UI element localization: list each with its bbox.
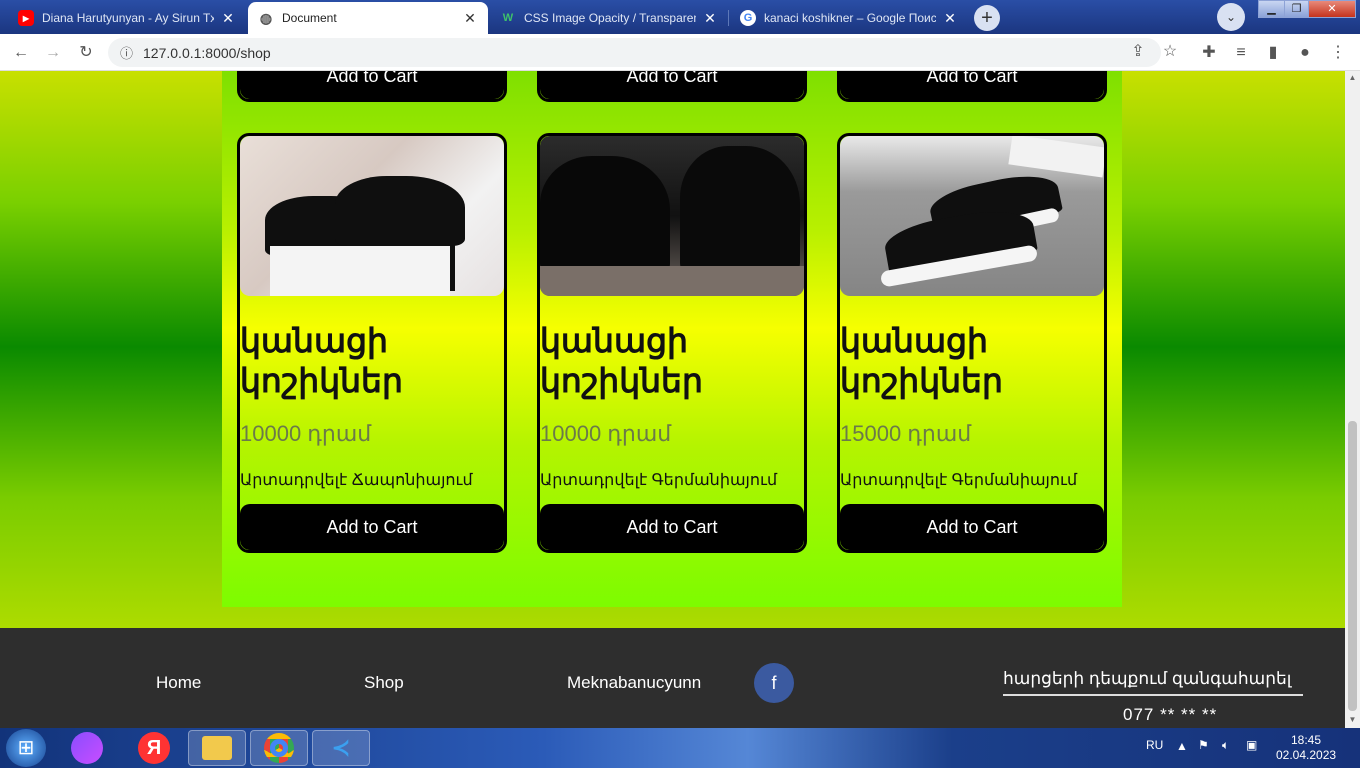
close-window-button[interactable]: ✕ bbox=[1308, 0, 1356, 18]
flag-icon[interactable]: ⚑ bbox=[1198, 738, 1209, 752]
tab-separator bbox=[728, 10, 729, 26]
tab-youtube[interactable]: ▶ Diana Harutyunyan - Ay Sirun Txa ✕ bbox=[8, 2, 246, 34]
close-tab-icon[interactable]: ✕ bbox=[702, 10, 718, 27]
browser-toolbar: ← → ↻ ⓘ 127.0.0.1:8000/shop ⇪ ☆ ✚ ≡ ▮ ● … bbox=[0, 34, 1360, 71]
scroll-down-icon[interactable]: ▼ bbox=[1345, 713, 1360, 727]
network-icon[interactable]: ▣ bbox=[1246, 738, 1257, 752]
add-to-cart-button[interactable]: Add to Cart bbox=[240, 504, 504, 550]
share-icon[interactable]: ⇪ bbox=[1127, 41, 1149, 63]
product-title: կանացի կոշիկներ bbox=[840, 322, 1003, 399]
tab-document[interactable]: ◍ Document ✕ bbox=[248, 2, 488, 34]
bookmark-star-icon[interactable]: ☆ bbox=[1159, 41, 1181, 63]
product-title: կանացի կոշիկներ bbox=[540, 322, 703, 399]
footer-link-shop[interactable]: Shop bbox=[364, 673, 404, 693]
forward-icon[interactable]: → bbox=[42, 42, 64, 64]
youtube-icon: ▶ bbox=[18, 10, 34, 26]
add-to-cart-button[interactable]: Add to Cart bbox=[840, 504, 1104, 550]
media-control-icon[interactable]: ≡ bbox=[1230, 42, 1252, 64]
url-text: 127.0.0.1:8000/shop bbox=[143, 44, 271, 61]
tab-google[interactable]: G kanaci koshikner – Google Поиск ✕ bbox=[730, 2, 968, 34]
close-tab-icon[interactable]: ✕ bbox=[942, 10, 958, 27]
yandex-icon[interactable]: Я bbox=[125, 730, 183, 766]
product-price: 10000 դրամ bbox=[540, 421, 672, 446]
extensions-icon[interactable]: ✚ bbox=[1198, 42, 1220, 64]
product-price: 10000 դրամ bbox=[240, 421, 372, 446]
page-viewport: Add to Cart Add to Cart Add to Cart կանա… bbox=[0, 71, 1345, 728]
google-icon: G bbox=[740, 10, 756, 26]
tab-title: CSS Image Opacity / Transparenc bbox=[524, 11, 696, 25]
phone-number: 077 ** ** ** bbox=[1123, 705, 1218, 724]
tab-w3schools[interactable]: W CSS Image Opacity / Transparenc ✕ bbox=[490, 2, 728, 34]
chrome-icon[interactable] bbox=[250, 730, 308, 766]
footer-link-about[interactable]: Meknabanucyunn bbox=[567, 673, 701, 693]
footer-link-home[interactable]: Home bbox=[156, 673, 201, 693]
new-tab-button[interactable]: + bbox=[974, 5, 1000, 31]
facebook-icon[interactable]: f bbox=[754, 663, 794, 703]
product-title: կանացի կոշիկներ bbox=[240, 322, 403, 399]
product-origin: Արտադրվելէ Գերմանիայում bbox=[840, 472, 1078, 489]
tab-title: Diana Harutyunyan - Ay Sirun Txa bbox=[42, 11, 214, 25]
windows-taskbar: ⊞ Я ≺ RU ▲ ⚑ 🔈︎ ▣ 18:45 02.04.2023 bbox=[0, 728, 1360, 768]
menu-icon[interactable]: ⋮ bbox=[1327, 42, 1349, 64]
reload-icon[interactable]: ↻ bbox=[75, 42, 97, 64]
volume-icon[interactable]: 🔈︎ bbox=[1222, 738, 1229, 753]
back-icon[interactable]: ← bbox=[10, 42, 32, 64]
add-to-cart-button[interactable]: Add to Cart bbox=[540, 71, 804, 99]
product-image bbox=[840, 136, 1104, 296]
alice-icon[interactable] bbox=[58, 730, 116, 766]
w3schools-icon: W bbox=[502, 12, 514, 24]
product-origin: Արտադրվելէ Գերմանիայում bbox=[540, 472, 778, 489]
side-panel-icon[interactable]: ▮ bbox=[1262, 42, 1284, 64]
product-card: Add to Cart bbox=[537, 71, 807, 102]
product-card: կանացի կոշիկներ 10000 դրամ Արտադրվելէ Գե… bbox=[537, 133, 807, 553]
add-to-cart-button[interactable]: Add to Cart bbox=[240, 71, 504, 99]
address-bar[interactable]: ⓘ 127.0.0.1:8000/shop bbox=[108, 38, 1161, 67]
globe-icon: ◍ bbox=[259, 9, 273, 26]
contact-label: հարցերի դեպքում զանգահարել bbox=[1003, 669, 1292, 688]
info-icon[interactable]: ⓘ bbox=[120, 43, 133, 62]
site-footer: Home Shop Meknabanucyunn f հարցերի դեպքո… bbox=[0, 628, 1345, 728]
divider bbox=[1003, 694, 1303, 696]
start-button[interactable]: ⊞ bbox=[6, 729, 46, 767]
system-clock[interactable]: 18:45 02.04.2023 bbox=[1276, 733, 1336, 763]
tab-strip: ▶ Diana Harutyunyan - Ay Sirun Txa ✕ ◍ D… bbox=[0, 0, 1360, 34]
products-section: Add to Cart Add to Cart Add to Cart կանա… bbox=[222, 71, 1122, 607]
product-card: Add to Cart bbox=[837, 71, 1107, 102]
product-image bbox=[240, 136, 504, 296]
product-image bbox=[540, 136, 804, 296]
product-card: կանացի կոշիկներ 15000 դրամ Արտադրվելէ Գե… bbox=[837, 133, 1107, 553]
language-indicator[interactable]: RU bbox=[1146, 738, 1163, 752]
tab-title: Document bbox=[282, 11, 337, 25]
add-to-cart-button[interactable]: Add to Cart bbox=[840, 71, 1104, 99]
file-explorer-icon[interactable] bbox=[188, 730, 246, 766]
scrollbar-thumb[interactable] bbox=[1348, 421, 1357, 711]
restore-button[interactable]: ❐ bbox=[1284, 0, 1309, 18]
tab-title: kanaci koshikner – Google Поиск bbox=[764, 11, 936, 25]
vscode-icon[interactable]: ≺ bbox=[312, 730, 370, 766]
profile-icon[interactable]: ● bbox=[1294, 42, 1316, 64]
add-to-cart-button[interactable]: Add to Cart bbox=[540, 504, 804, 550]
product-card: Add to Cart bbox=[237, 71, 507, 102]
close-tab-icon[interactable]: ✕ bbox=[462, 10, 478, 27]
clock-date: 02.04.2023 bbox=[1276, 748, 1337, 762]
scroll-up-icon[interactable]: ▲ bbox=[1345, 71, 1360, 85]
product-price: 15000 դրամ bbox=[840, 421, 972, 446]
product-card: կանացի կոշիկներ 10000 դրամ Արտադրվելէ Ճա… bbox=[237, 133, 507, 553]
minimize-button[interactable]: ▁ bbox=[1258, 0, 1285, 18]
close-tab-icon[interactable]: ✕ bbox=[220, 10, 236, 27]
product-origin: Արտադրվելէ Ճապոնիայում bbox=[240, 472, 473, 489]
show-hidden-icons[interactable]: ▲ bbox=[1176, 739, 1188, 753]
clock-time: 18:45 bbox=[1290, 733, 1322, 747]
scrollbar[interactable]: ▲ ▼ bbox=[1345, 71, 1360, 728]
tab-search-button[interactable]: ⌄ bbox=[1217, 3, 1245, 31]
